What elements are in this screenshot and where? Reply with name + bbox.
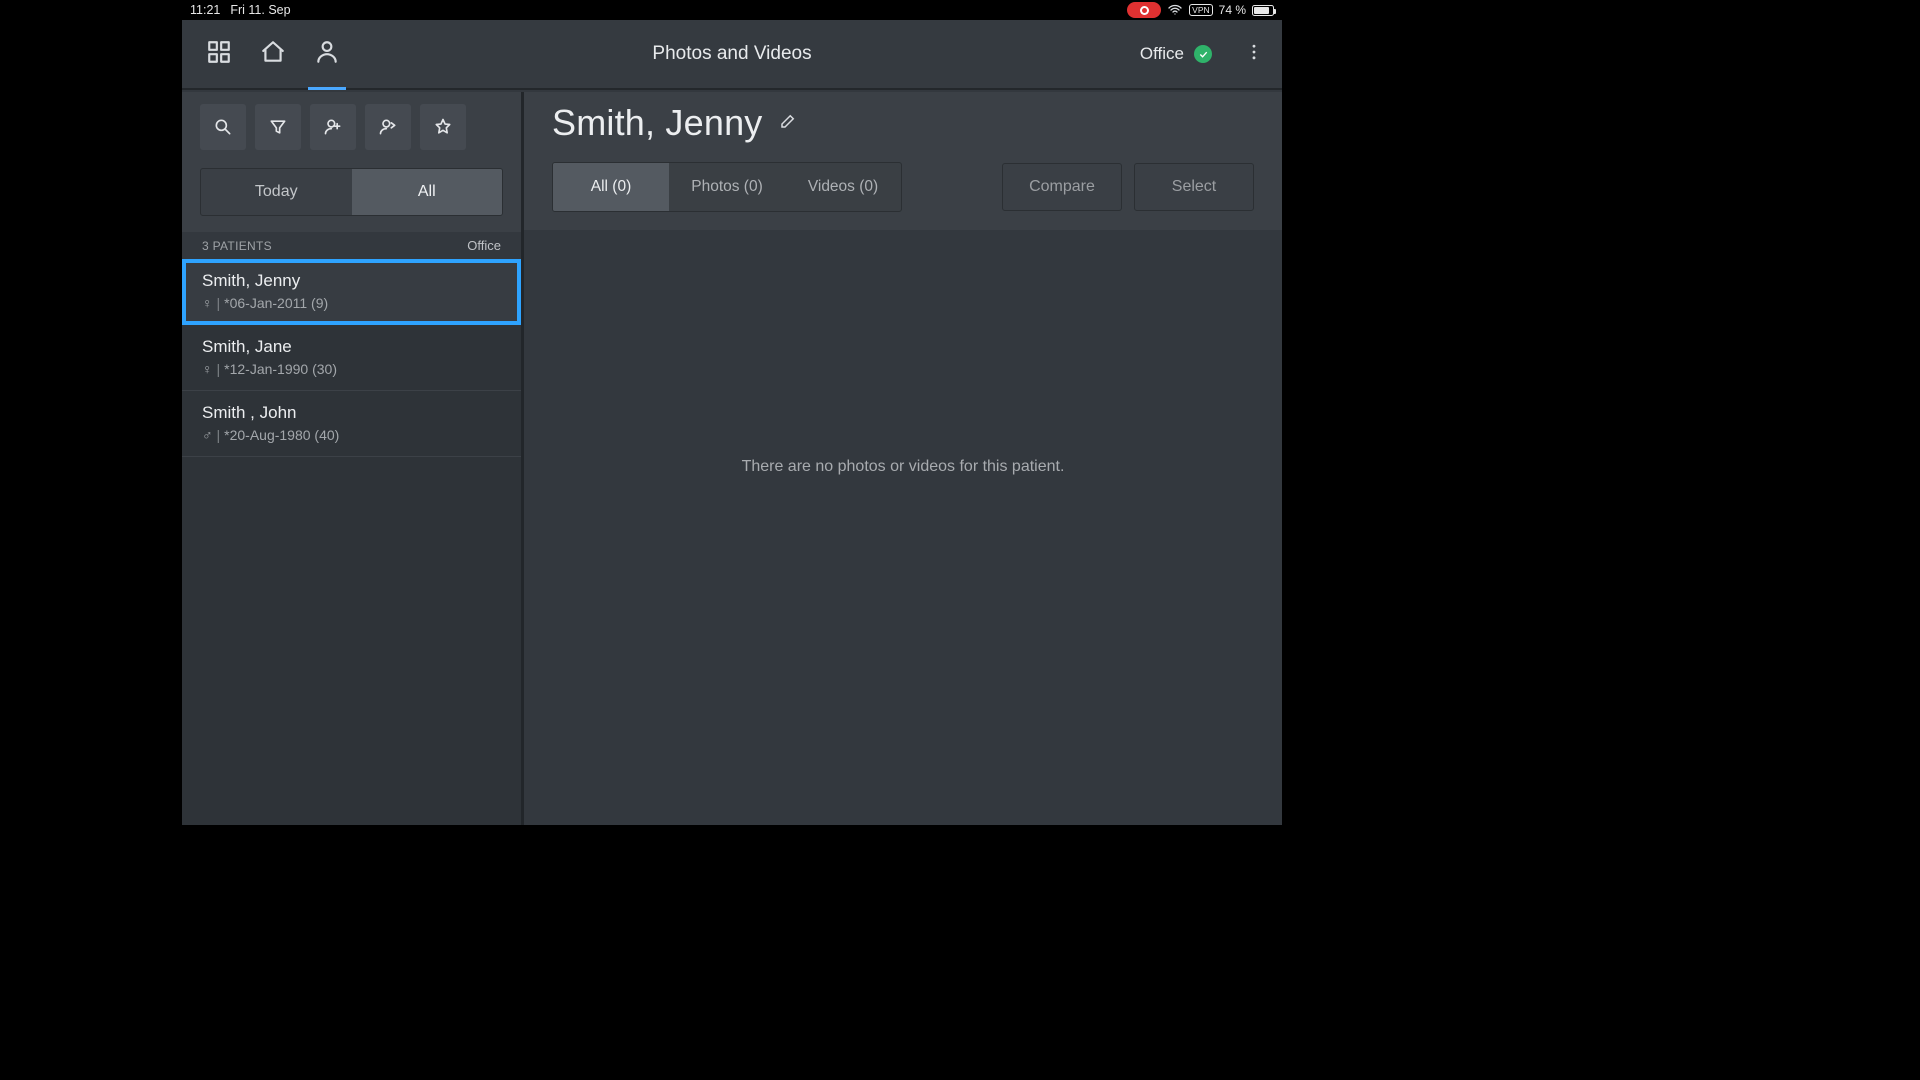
patient-row[interactable]: Smith, Jenny ♀ | *06-Jan-2011 (9) bbox=[182, 259, 521, 325]
time-filter-segment: Today All bbox=[200, 168, 503, 216]
patient-dob: *06-Jan-2011 (9) bbox=[224, 295, 328, 311]
battery-icon bbox=[1252, 5, 1274, 16]
overflow-menu-button[interactable] bbox=[1244, 41, 1264, 68]
segment-today[interactable]: Today bbox=[201, 169, 352, 215]
search-button[interactable] bbox=[200, 104, 246, 150]
grid-nav-button[interactable] bbox=[206, 39, 232, 70]
patient-list: Smith, Jenny ♀ | *06-Jan-2011 (9) Smith,… bbox=[182, 259, 521, 825]
select-button[interactable]: Select bbox=[1134, 163, 1254, 211]
recording-indicator bbox=[1127, 2, 1161, 18]
gender-icon: ♂ bbox=[202, 427, 213, 443]
referred-patient-button[interactable] bbox=[365, 104, 411, 150]
app-bar: Photos and Videos Office bbox=[182, 20, 1282, 90]
patient-dob: *20-Aug-1980 (40) bbox=[224, 427, 339, 443]
patient-row[interactable]: Smith, Jane ♀ | *12-Jan-1990 (30) bbox=[182, 325, 521, 391]
tab-photos[interactable]: Photos (0) bbox=[669, 163, 785, 211]
tab-videos[interactable]: Videos (0) bbox=[785, 163, 901, 211]
patient-dob: *12-Jan-1990 (30) bbox=[224, 361, 337, 377]
edit-patient-button[interactable] bbox=[779, 112, 797, 135]
gender-icon: ♀ bbox=[202, 361, 213, 377]
sidebar: Today All 3 PATIENTS Office Smith, Jenny… bbox=[182, 92, 524, 825]
patient-count-label: 3 PATIENTS bbox=[202, 239, 272, 253]
add-patient-button[interactable] bbox=[310, 104, 356, 150]
empty-state-text: There are no photos or videos for this p… bbox=[742, 458, 1065, 476]
location-label[interactable]: Office bbox=[1140, 44, 1184, 64]
wifi-icon bbox=[1167, 2, 1183, 18]
status-bar: 11:21 Fri 11. Sep VPN 74 % bbox=[182, 0, 1282, 20]
status-ok-icon bbox=[1194, 45, 1212, 63]
favorite-button[interactable] bbox=[420, 104, 466, 150]
current-patient-name: Smith, Jenny bbox=[552, 102, 763, 144]
segment-all[interactable]: All bbox=[352, 169, 503, 215]
patient-row[interactable]: Smith , John ♂ | *20-Aug-1980 (40) bbox=[182, 391, 521, 457]
patient-name: Smith, Jane bbox=[202, 337, 501, 357]
page-title: Photos and Videos bbox=[652, 43, 811, 65]
status-time: 11:21 bbox=[190, 3, 220, 17]
home-nav-button[interactable] bbox=[260, 39, 286, 70]
compare-button[interactable]: Compare bbox=[1002, 163, 1122, 211]
status-date: Fri 11. Sep bbox=[230, 3, 290, 17]
vpn-indicator: VPN bbox=[1189, 4, 1212, 16]
battery-percent: 74 % bbox=[1219, 3, 1246, 17]
patient-name: Smith, Jenny bbox=[202, 271, 501, 291]
gender-icon: ♀ bbox=[202, 295, 213, 311]
list-location-label: Office bbox=[467, 238, 501, 253]
patient-nav-button[interactable] bbox=[314, 39, 340, 70]
main-panel: Smith, Jenny All (0) Photos (0) Videos (… bbox=[524, 92, 1282, 825]
tab-all[interactable]: All (0) bbox=[553, 163, 669, 211]
filter-button[interactable] bbox=[255, 104, 301, 150]
media-tabs: All (0) Photos (0) Videos (0) bbox=[552, 162, 902, 212]
patient-name: Smith , John bbox=[202, 403, 501, 423]
